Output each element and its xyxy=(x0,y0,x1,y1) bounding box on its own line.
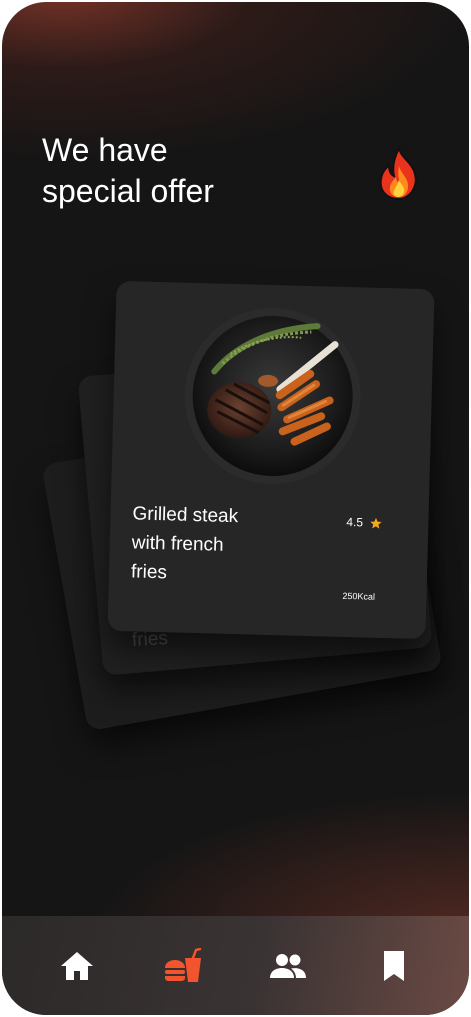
dish-title-line-1: Grilled steak xyxy=(132,503,239,528)
nav-saved[interactable] xyxy=(372,944,416,988)
nav-food[interactable] xyxy=(161,944,205,988)
app-screen: We have special offer fries Grilled stea… xyxy=(2,2,469,1015)
star-icon xyxy=(369,517,382,529)
dish-title-line-3: fries xyxy=(130,561,168,584)
calories-label: 250Kcal xyxy=(342,590,376,602)
home-icon xyxy=(60,951,93,980)
rating-value: 4.5 xyxy=(346,514,364,530)
bottom-nav-bar xyxy=(2,916,469,1015)
dish-title-line-2: with french xyxy=(131,532,224,556)
rating: 4.5 xyxy=(346,515,382,530)
offer-card[interactable]: Grilled steak with french fries 4.5 250K… xyxy=(107,280,435,640)
page-title-line-2: special offer xyxy=(42,173,214,209)
nav-home[interactable] xyxy=(55,944,99,988)
people-icon xyxy=(270,953,307,978)
fast-food-icon xyxy=(164,947,201,982)
fire-icon xyxy=(379,146,417,201)
dish-title: Grilled steak with french fries xyxy=(131,499,293,590)
page-title-line-1: We have xyxy=(42,132,168,168)
grilled-steak-plate-image xyxy=(184,308,361,485)
page-title: We have special offer xyxy=(42,130,362,212)
bookmark-icon xyxy=(384,950,405,981)
nav-people[interactable] xyxy=(266,944,310,988)
